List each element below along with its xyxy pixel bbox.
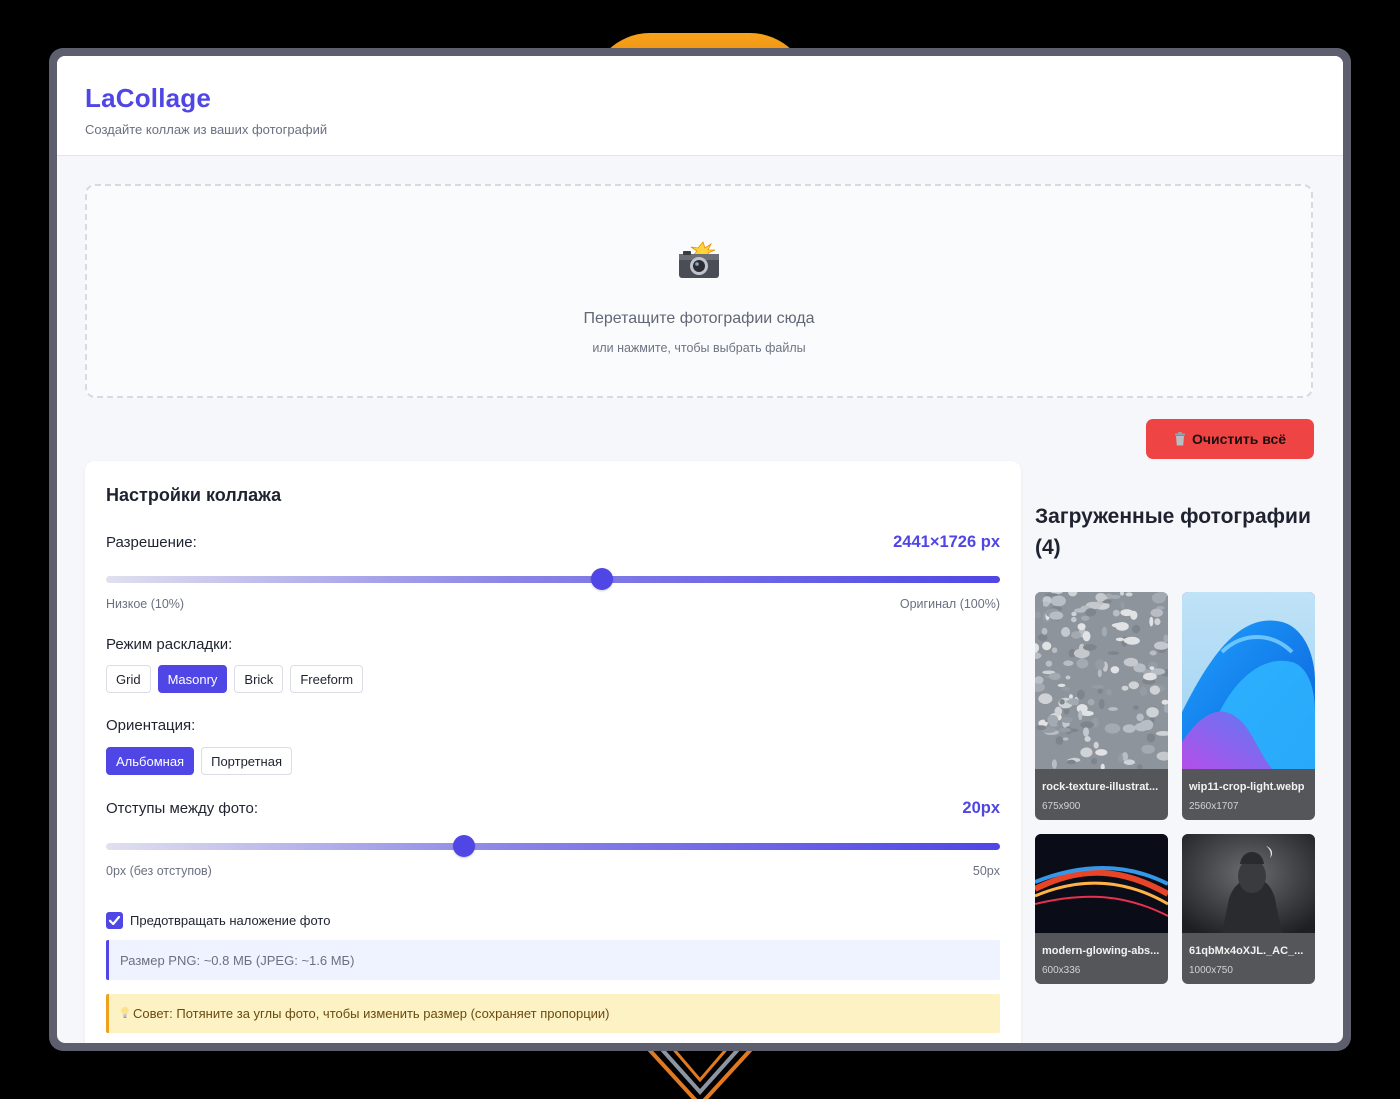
- trash-icon: [1174, 432, 1186, 446]
- app-window: LaCollage Создайте коллаж из ваших фотог…: [49, 48, 1351, 1051]
- layout-mode-group: Grid Masonry Brick Freeform: [106, 665, 1000, 693]
- camera-flash-icon: [677, 240, 721, 280]
- layout-option-grid[interactable]: Grid: [106, 665, 151, 693]
- photo-dimensions: 2560x1707: [1189, 801, 1239, 812]
- app-page: LaCollage Создайте коллаж из ваших фотог…: [57, 56, 1343, 1043]
- photo-grid: rock-texture-illustrat... 675x900 wip11-…: [1035, 592, 1315, 984]
- spacing-row: Отступы между фото: 20px: [106, 799, 1000, 818]
- photo-filename: wip11-crop-light.webp: [1189, 781, 1305, 793]
- resolution-max-label: Оригинал (100%): [899, 597, 1000, 611]
- checkmark-icon: [108, 915, 121, 926]
- orientation-option-portrait[interactable]: Портретная: [201, 747, 292, 775]
- spacing-slider[interactable]: [106, 835, 1000, 857]
- layout-option-brick[interactable]: Brick: [234, 665, 284, 693]
- collage-settings-panel: Настройки коллажа Разрешение: 2441×1726 …: [85, 461, 1021, 1043]
- photo-filename: modern-glowing-abs...: [1042, 945, 1160, 957]
- photo-filename: 61qbMx4oXJL._AC_...: [1189, 945, 1304, 957]
- prevent-overlap-label: Предотвращать наложение фото: [130, 913, 331, 928]
- resolution-value: 2441×1726 px: [893, 533, 1000, 551]
- clear-all-label: Очистить всё: [1191, 431, 1287, 447]
- spacing-min-label: 0px (без отступов): [106, 864, 212, 878]
- photo-card[interactable]: wip11-crop-light.webp 2560x1707: [1182, 592, 1315, 820]
- photo-thumbnail-blue-waves: [1182, 592, 1315, 769]
- settings-title: Настройки коллажа: [106, 485, 282, 505]
- resolution-slider-thumb[interactable]: [591, 568, 614, 590]
- layout-option-masonry[interactable]: Masonry: [157, 665, 228, 693]
- photo-card[interactable]: 61qbMx4oXJL._AC_... 1000x750: [1182, 834, 1315, 984]
- dropzone-title: Перетащите фотографии сюда: [583, 310, 815, 327]
- prevent-overlap-row[interactable]: Предотвращать наложение фото: [106, 912, 1000, 929]
- layout-mode-label: Режим раскладки:: [106, 636, 233, 653]
- photo-filename: rock-texture-illustrat...: [1042, 781, 1159, 793]
- spacing-max-label: 50px: [972, 864, 1000, 878]
- tip-text: Совет: Потяните за углы фото, чтобы изме…: [133, 1006, 610, 1021]
- resolution-min-label: Низкое (10%): [106, 597, 185, 611]
- spacing-slider-thumb[interactable]: [452, 835, 475, 857]
- resolution-row: Разрешение: 2441×1726 px: [106, 533, 1000, 552]
- dropzone-hint: или нажмите, чтобы выбрать файлы: [592, 341, 806, 355]
- photo-card[interactable]: modern-glowing-abs... 600x336: [1035, 834, 1168, 984]
- app-subtitle: Создайте коллаж из ваших фотографий: [85, 122, 328, 137]
- orientation-option-landscape[interactable]: Альбомная: [106, 747, 195, 775]
- layout-option-freeform[interactable]: Freeform: [290, 665, 364, 693]
- photo-dimensions: 1000x750: [1189, 965, 1233, 976]
- resolution-label: Разрешение:: [106, 534, 197, 551]
- photo-thumbnail-statue: [1182, 834, 1315, 933]
- app-header: LaCollage Создайте коллаж из ваших фотог…: [57, 56, 1343, 156]
- photo-dimensions: 675x900: [1042, 801, 1081, 812]
- uploaded-photos-panel: Загруженные фотографии (4) rock-texture-…: [1035, 501, 1315, 984]
- spacing-slider-ends: 0px (без отступов) 50px: [106, 864, 1000, 878]
- file-size-info: Размер PNG: ~0.8 МБ (JPEG: ~1.6 МБ): [106, 940, 1000, 980]
- orientation-label: Ориентация:: [106, 717, 196, 734]
- clear-all-button[interactable]: Очистить всё: [1146, 419, 1314, 459]
- orientation-group: Альбомная Портретная: [106, 747, 1000, 775]
- resolution-slider[interactable]: [106, 568, 1000, 590]
- app-title: LaCollage: [85, 83, 212, 113]
- photo-thumbnail-rocks: [1035, 592, 1168, 771]
- resolution-slider-ends: Низкое (10%) Оригинал (100%): [106, 597, 1000, 611]
- lightbulb-icon: [120, 1006, 130, 1022]
- spacing-value: 20px: [962, 799, 1000, 817]
- photo-dimensions: 600x336: [1042, 965, 1081, 976]
- photo-card[interactable]: rock-texture-illustrat... 675x900: [1035, 592, 1168, 820]
- prevent-overlap-checkbox[interactable]: [106, 912, 123, 929]
- uploaded-photos-title: Загруженные фотографии (4): [1035, 505, 1311, 559]
- photo-thumbnail-glowing-abstract: [1035, 834, 1168, 933]
- spacing-label: Отступы между фото:: [106, 800, 258, 817]
- tip-box: Совет: Потяните за углы фото, чтобы изме…: [106, 994, 1000, 1033]
- photo-dropzone[interactable]: Перетащите фотографии сюда или нажмите, …: [85, 184, 1313, 398]
